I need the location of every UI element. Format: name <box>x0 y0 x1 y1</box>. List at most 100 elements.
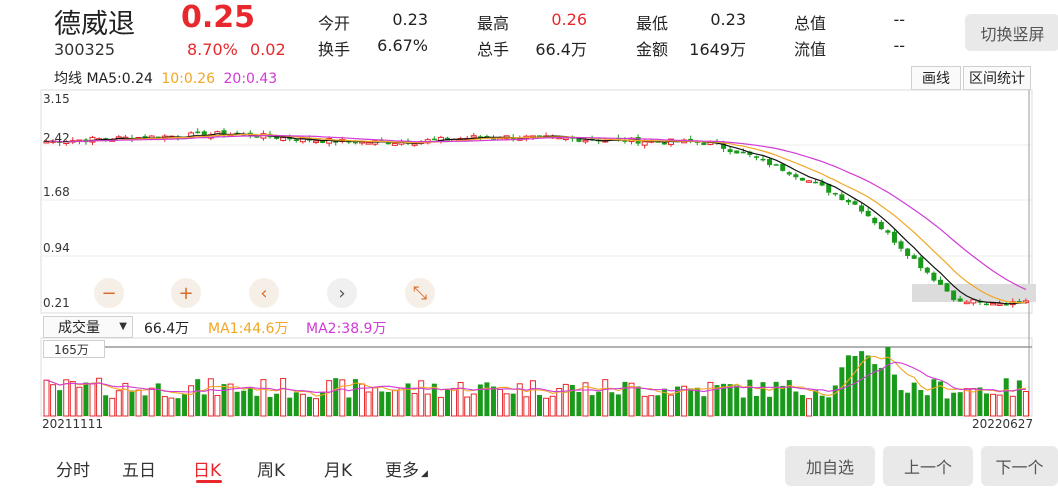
tab-monthly-k[interactable]: 月K <box>324 456 352 481</box>
candle-down <box>957 298 963 302</box>
tab-more[interactable]: 更多 ◢ <box>385 456 428 481</box>
candle-down <box>753 156 759 158</box>
candle-down <box>832 192 838 195</box>
candle-down <box>951 290 957 301</box>
volume-bar-down <box>1016 380 1022 416</box>
volume-bar-up <box>418 380 425 417</box>
volume-bar-down <box>346 397 352 416</box>
volume-bar-down <box>780 385 786 416</box>
candle-down <box>878 221 884 230</box>
volume-bar-down <box>688 388 694 416</box>
volume-bar-down <box>793 391 799 416</box>
y-tick-4: 0.94 <box>43 241 70 255</box>
candle-down <box>773 164 779 166</box>
volume-bar-down <box>83 382 89 416</box>
volume-bar-up <box>437 396 444 417</box>
tab-more-label: 更多 <box>385 461 419 481</box>
candle-down <box>865 210 871 217</box>
volume-bar-down <box>103 395 109 416</box>
volume-bar-down <box>490 386 496 416</box>
candle-up <box>970 299 977 304</box>
candle-up <box>641 141 648 146</box>
volume-bar-down <box>274 393 280 416</box>
add-watchlist-button[interactable]: 加自选 <box>785 446 875 486</box>
volume-bar-down <box>320 392 326 416</box>
volume-bar-down <box>57 390 63 416</box>
volume-ma2: MA2:38.9万 <box>306 321 387 337</box>
candle-down <box>661 142 667 145</box>
volume-bar-down <box>234 391 240 416</box>
volume-bar-down <box>175 398 181 416</box>
volume-bar-down <box>819 395 825 416</box>
candle-up <box>391 142 398 146</box>
volume-bar-down <box>734 385 740 416</box>
y-tick-2: 2.42 <box>43 131 70 145</box>
tab-five-day[interactable]: 五日 <box>122 456 156 481</box>
volume-bar-down <box>444 389 450 416</box>
candle-up <box>411 143 418 146</box>
end-date: 20220627 <box>972 417 1034 431</box>
volume-bar-down <box>767 396 773 416</box>
volume-bar-down <box>635 386 641 416</box>
volume-bar-down <box>195 379 201 416</box>
zoom-out-button[interactable]: − <box>94 278 124 308</box>
volume-bar-down <box>182 393 188 416</box>
scroll-left-button[interactable]: ‹ <box>249 278 279 308</box>
volume-bar-up <box>497 388 504 417</box>
volume-bar-up <box>503 393 510 417</box>
candle-down <box>727 149 733 153</box>
volume-bar-up <box>260 379 267 417</box>
volume-bar-down <box>254 395 260 416</box>
candle-down <box>793 174 799 178</box>
candle-up <box>990 302 997 306</box>
volume-indicator-select[interactable]: 成交量 ▼ <box>43 316 133 338</box>
tab-daily-k[interactable]: 日K <box>193 456 221 481</box>
volume-bar-down <box>694 387 700 416</box>
scroll-right-button[interactable]: › <box>327 278 357 308</box>
volume-bar-up <box>313 398 320 417</box>
volume-bar-up <box>562 383 569 417</box>
volume-bar-up <box>339 379 346 417</box>
volume-bar-up <box>549 395 556 417</box>
kline-chart[interactable] <box>0 0 1058 498</box>
volume-bar-down <box>727 384 733 416</box>
volume-bar-up <box>161 396 168 417</box>
volume-bar-up <box>602 379 609 417</box>
volume-bar-up <box>667 394 674 417</box>
tab-weekly-k[interactable]: 周K <box>257 456 285 481</box>
active-tab-indicator <box>196 480 222 483</box>
zoom-in-button[interactable]: + <box>171 278 201 308</box>
volume-bar-up <box>69 381 76 417</box>
candle-down <box>385 142 391 145</box>
volume-bar-down <box>747 379 753 416</box>
candle-up <box>313 140 320 144</box>
candle-down <box>431 138 437 141</box>
plus-icon: + <box>178 282 194 304</box>
volume-select-label: 成交量 <box>58 320 100 336</box>
start-date: 20211111 <box>42 417 104 431</box>
volume-bar-up <box>707 381 714 417</box>
reset-zoom-button[interactable]: ⤡ <box>405 278 435 308</box>
next-stock-button[interactable]: 下一个 <box>981 446 1058 486</box>
volume-bar-down <box>753 395 759 416</box>
volume-bar-down <box>957 392 963 416</box>
ma10-line <box>46 133 1026 304</box>
volume-bar-down <box>898 390 904 416</box>
volume-bar-down <box>839 367 845 416</box>
candle-down <box>760 158 766 161</box>
volume-bar-down <box>576 392 582 416</box>
candle-down <box>293 139 299 141</box>
candle-down <box>983 303 989 306</box>
volume-bar-up <box>188 385 195 417</box>
tab-intraday[interactable]: 分时 <box>56 456 90 481</box>
volume-bar-up <box>451 387 458 417</box>
volume-bar-up <box>280 378 287 417</box>
volume-bar-up <box>996 394 1003 417</box>
volume-max-label: 165万 <box>43 340 105 358</box>
previous-stock-button[interactable]: 上一个 <box>883 446 973 486</box>
candle-down <box>852 201 858 205</box>
volume-bar-up <box>168 397 175 417</box>
volume-bar-up <box>648 395 655 417</box>
candle-down <box>813 181 819 184</box>
volume-bar-down <box>740 397 746 416</box>
